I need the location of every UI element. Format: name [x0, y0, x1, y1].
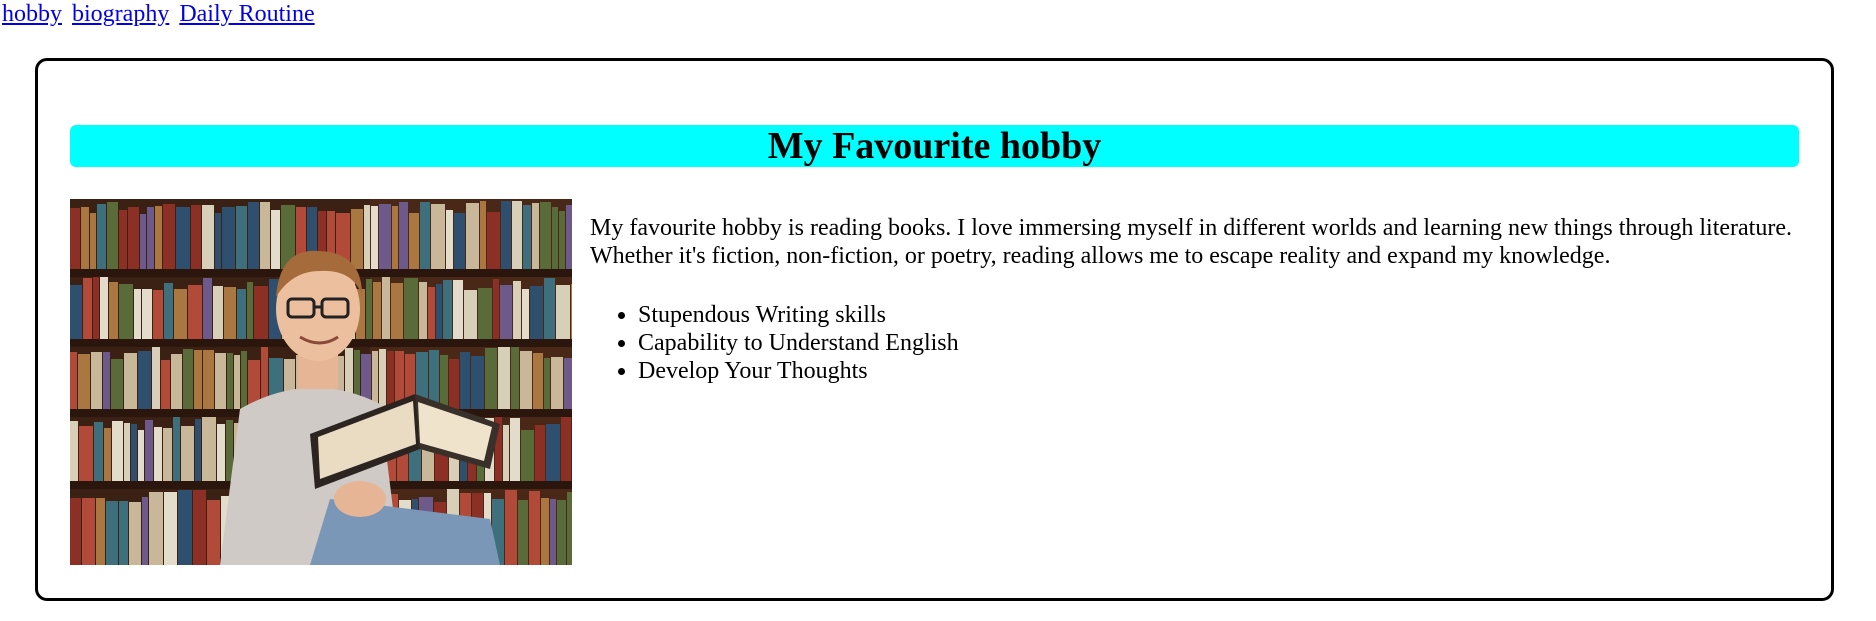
- person-reading-book-image: [70, 199, 572, 565]
- list-item: Capability to Understand English: [638, 329, 959, 357]
- list-item: Develop Your Thoughts: [638, 357, 959, 385]
- nav-link-biography[interactable]: biography: [72, 1, 169, 27]
- benefits-list: Stupendous Writing skills Capability to …: [590, 301, 959, 385]
- hobby-card: My Favourite hobby My favourite hobby is…: [35, 58, 1834, 601]
- top-nav: hobby biography Daily Routine: [2, 0, 319, 28]
- nav-link-hobby[interactable]: hobby: [2, 1, 62, 27]
- list-item: Stupendous Writing skills: [638, 301, 959, 329]
- page-title: My Favourite hobby: [70, 125, 1799, 167]
- nav-link-daily-routine[interactable]: Daily Routine: [179, 1, 314, 27]
- hobby-description: My favourite hobby is reading books. I l…: [590, 215, 1792, 269]
